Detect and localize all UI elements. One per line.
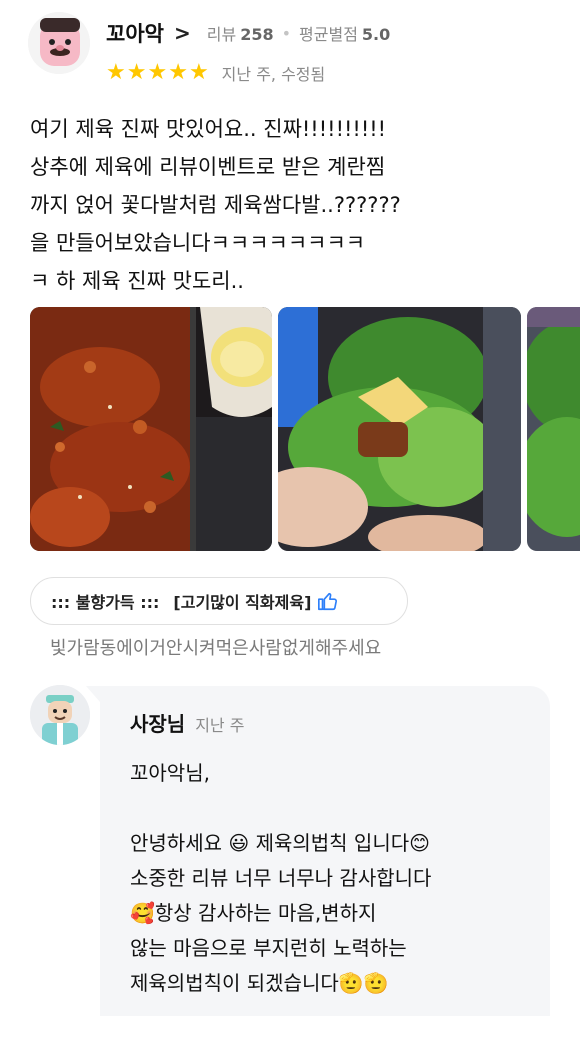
menu-tag-item: [고기많이 직화제육] xyxy=(173,593,312,612)
owner-reply-text: 꼬아악님, 안녕하세요 😃 제육의법칙 입니다😊 소중한 리뷰 너무 너무나 감… xyxy=(130,761,432,995)
star-icon: ★ xyxy=(147,60,168,85)
star-icon: ★ xyxy=(106,60,126,85)
chevron-right-icon[interactable]: > xyxy=(174,21,191,45)
average-rating: 평균별점 5.0 xyxy=(299,25,391,44)
food-photo[interactable] xyxy=(30,307,272,551)
author-row[interactable]: 꼬아악 > 리뷰 258 • 평균별점 5.0 xyxy=(106,18,390,48)
owner-avatar xyxy=(30,685,90,745)
owner-reply: 사장님 지난 주 꼬아악님, 안녕하세요 😃 제육의법칙 입니다😊 소중한 리뷰… xyxy=(86,686,550,1016)
thumbs-up-icon xyxy=(317,590,339,612)
avatar[interactable] xyxy=(28,12,90,74)
owner-reply-date: 지난 주 xyxy=(195,716,245,735)
star-icon: ★ xyxy=(188,60,209,85)
review-date: 지난 주, 수정됨 xyxy=(221,65,326,84)
food-photo[interactable] xyxy=(527,307,580,551)
food-photo[interactable] xyxy=(278,307,521,551)
menu-tag-prefix: ::: 불향가득 ::: xyxy=(51,593,160,612)
author-name[interactable]: 꼬아악 xyxy=(106,18,164,48)
menu-tag[interactable]: ::: 불향가득 ::: [고기많이 직화제육] xyxy=(30,577,408,625)
owner-name: 사장님 xyxy=(130,712,186,736)
star-rating: ★★★★★ xyxy=(106,62,210,84)
review-text: 여기 제육 진짜 맛있어요.. 진짜!!!!!!!!!! 상추에 제육에 리뷰이… xyxy=(30,117,401,293)
order-note: 빛가람동에이거안시켜먹은사람없게해주세요 xyxy=(50,638,382,659)
star-icon: ★ xyxy=(168,60,188,85)
owner-row: 사장님 지난 주 xyxy=(130,708,244,737)
review-count: 리뷰 258 xyxy=(206,25,274,44)
rating-row: ★★★★★ 지난 주, 수정됨 xyxy=(106,60,325,86)
star-icon: ★ xyxy=(126,60,147,85)
